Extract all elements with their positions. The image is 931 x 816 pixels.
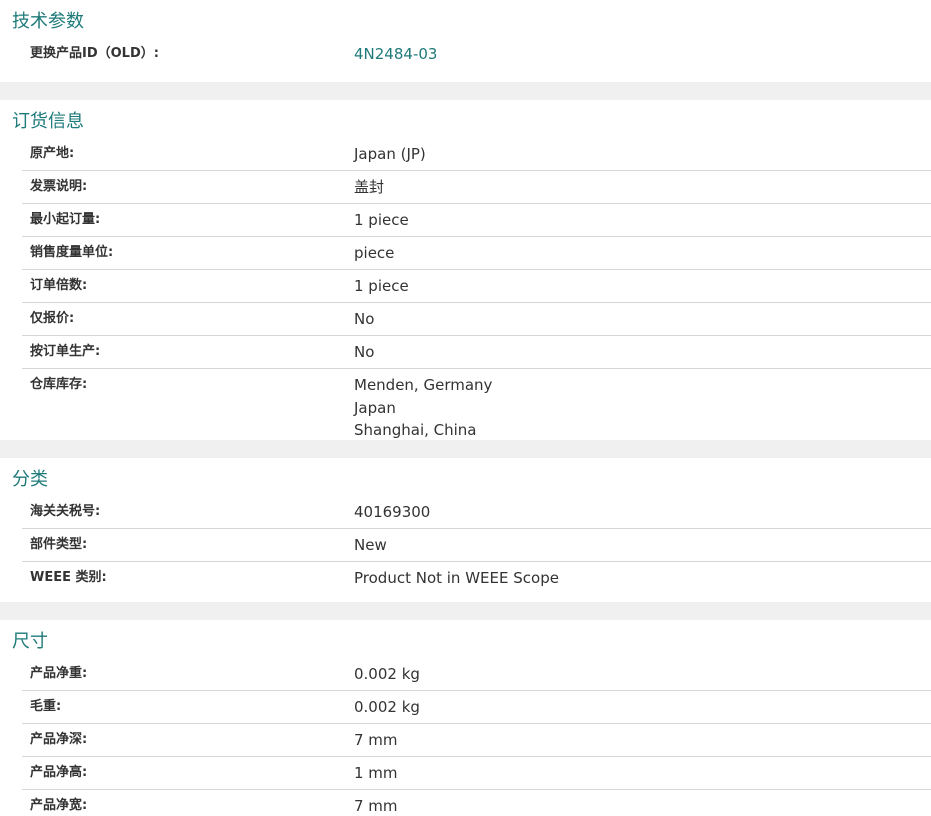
classification-section: 分类 海关关税号: 40169300 部件类型: New WEEE 类别: Pr… — [0, 458, 931, 602]
spec-row-min-order: 最小起订量: 1 piece — [22, 204, 931, 237]
spec-label: 更换产品ID（OLD）: — [30, 46, 159, 61]
spec-row-weee: WEEE 类别: Product Not in WEEE Scope — [22, 562, 931, 594]
warehouse-item: Japan — [354, 398, 396, 417]
dimensions-section: 尺寸 产品净重: 0.002 kg 毛重: 0.002 kg 产品净深: 7 m… — [0, 620, 931, 816]
spec-row-net-depth: 产品净深: 7 mm — [22, 724, 931, 757]
section-title-order: 订货信息 — [12, 111, 84, 132]
spec-label: 仓库库存: — [30, 377, 88, 392]
spec-row-customs-tariff: 海关关税号: 40169300 — [22, 496, 931, 529]
spec-row-order-multiple: 订单倍数: 1 piece — [22, 270, 931, 303]
technical-params-section: 技术参数 更换产品ID（OLD）: 4N2484-03 — [0, 0, 931, 82]
section-title-dimensions: 尺寸 — [12, 631, 48, 652]
warehouse-item: Menden, Germany — [354, 376, 493, 394]
spec-row-net-weight: 产品净重: 0.002 kg — [22, 658, 931, 691]
dimensions-rows: 产品净重: 0.002 kg 毛重: 0.002 kg 产品净深: 7 mm 产… — [0, 658, 931, 816]
technical-rows: 更换产品ID（OLD）: 4N2484-03 — [0, 38, 931, 76]
spec-label: 发票说明: — [30, 179, 88, 194]
spec-row-gross-weight: 毛重: 0.002 kg — [22, 691, 931, 724]
spec-value: 0.002 kg — [354, 665, 420, 683]
spec-value: No — [354, 343, 375, 361]
spec-label: 毛重: — [30, 699, 62, 714]
spec-label: 产品净深: — [30, 732, 88, 747]
spec-value: 1 piece — [354, 277, 409, 295]
spec-label: 原产地: — [30, 146, 75, 161]
spec-row-replacement-id: 更换产品ID（OLD）: 4N2484-03 — [22, 38, 931, 70]
spec-label: WEEE 类别: — [30, 570, 107, 585]
order-rows: 原产地: Japan (JP) 发票说明: 盖封 最小起订量: 1 piece … — [0, 138, 931, 453]
spec-value: 1 mm — [354, 764, 398, 782]
spec-row-net-height: 产品净高: 1 mm — [22, 757, 931, 790]
warehouse-item: Shanghai, China — [354, 421, 477, 439]
spec-label: 海关关税号: — [30, 504, 101, 519]
spec-label: 产品净高: — [30, 765, 88, 780]
spec-label: 仅报价: — [30, 311, 75, 326]
order-info-section: 订货信息 原产地: Japan (JP) 发票说明: 盖封 最小起订量: 1 p… — [0, 100, 931, 440]
spec-value: 7 mm — [354, 731, 398, 749]
spec-row-quote-only: 仅报价: No — [22, 303, 931, 336]
spec-label: 销售度量单位: — [30, 245, 114, 260]
spec-label: 按订单生产: — [30, 344, 101, 359]
spec-value: 0.002 kg — [354, 698, 420, 716]
spec-row-net-width: 产品净宽: 7 mm — [22, 790, 931, 816]
spec-value: Japan (JP) — [354, 145, 426, 163]
replacement-id-link[interactable]: 4N2484-03 — [354, 38, 931, 70]
spec-value: 盖封 — [354, 178, 385, 196]
spec-row-part-type: 部件类型: New — [22, 529, 931, 562]
spec-row-warehouse-stock: 仓库库存: Menden, Germany Japan Shanghai, Ch… — [22, 369, 931, 447]
spec-label: 订单倍数: — [30, 278, 88, 293]
spec-label: 产品净重: — [30, 666, 88, 681]
spec-label: 部件类型: — [30, 537, 88, 552]
section-title-technical: 技术参数 — [12, 11, 84, 32]
spec-value: piece — [354, 244, 395, 262]
spec-value: Product Not in WEEE Scope — [354, 569, 559, 587]
spec-row-sales-unit: 销售度量单位: piece — [22, 237, 931, 270]
warehouse-list: Menden, Germany Japan Shanghai, China — [354, 369, 931, 447]
spec-value: No — [354, 310, 375, 328]
spec-value: 7 mm — [354, 797, 398, 815]
spec-value: 1 piece — [354, 211, 409, 229]
spec-row-invoice-desc: 发票说明: 盖封 — [22, 171, 931, 204]
spec-label: 产品净宽: — [30, 798, 88, 813]
classification-rows: 海关关税号: 40169300 部件类型: New WEEE 类别: Produ… — [0, 496, 931, 600]
spec-value: 40169300 — [354, 503, 431, 521]
spec-label: 最小起订量: — [30, 212, 101, 227]
spec-value: New — [354, 536, 387, 554]
spec-row-make-to-order: 按订单生产: No — [22, 336, 931, 369]
spec-row-origin: 原产地: Japan (JP) — [22, 138, 931, 171]
section-title-classification: 分类 — [12, 469, 48, 490]
